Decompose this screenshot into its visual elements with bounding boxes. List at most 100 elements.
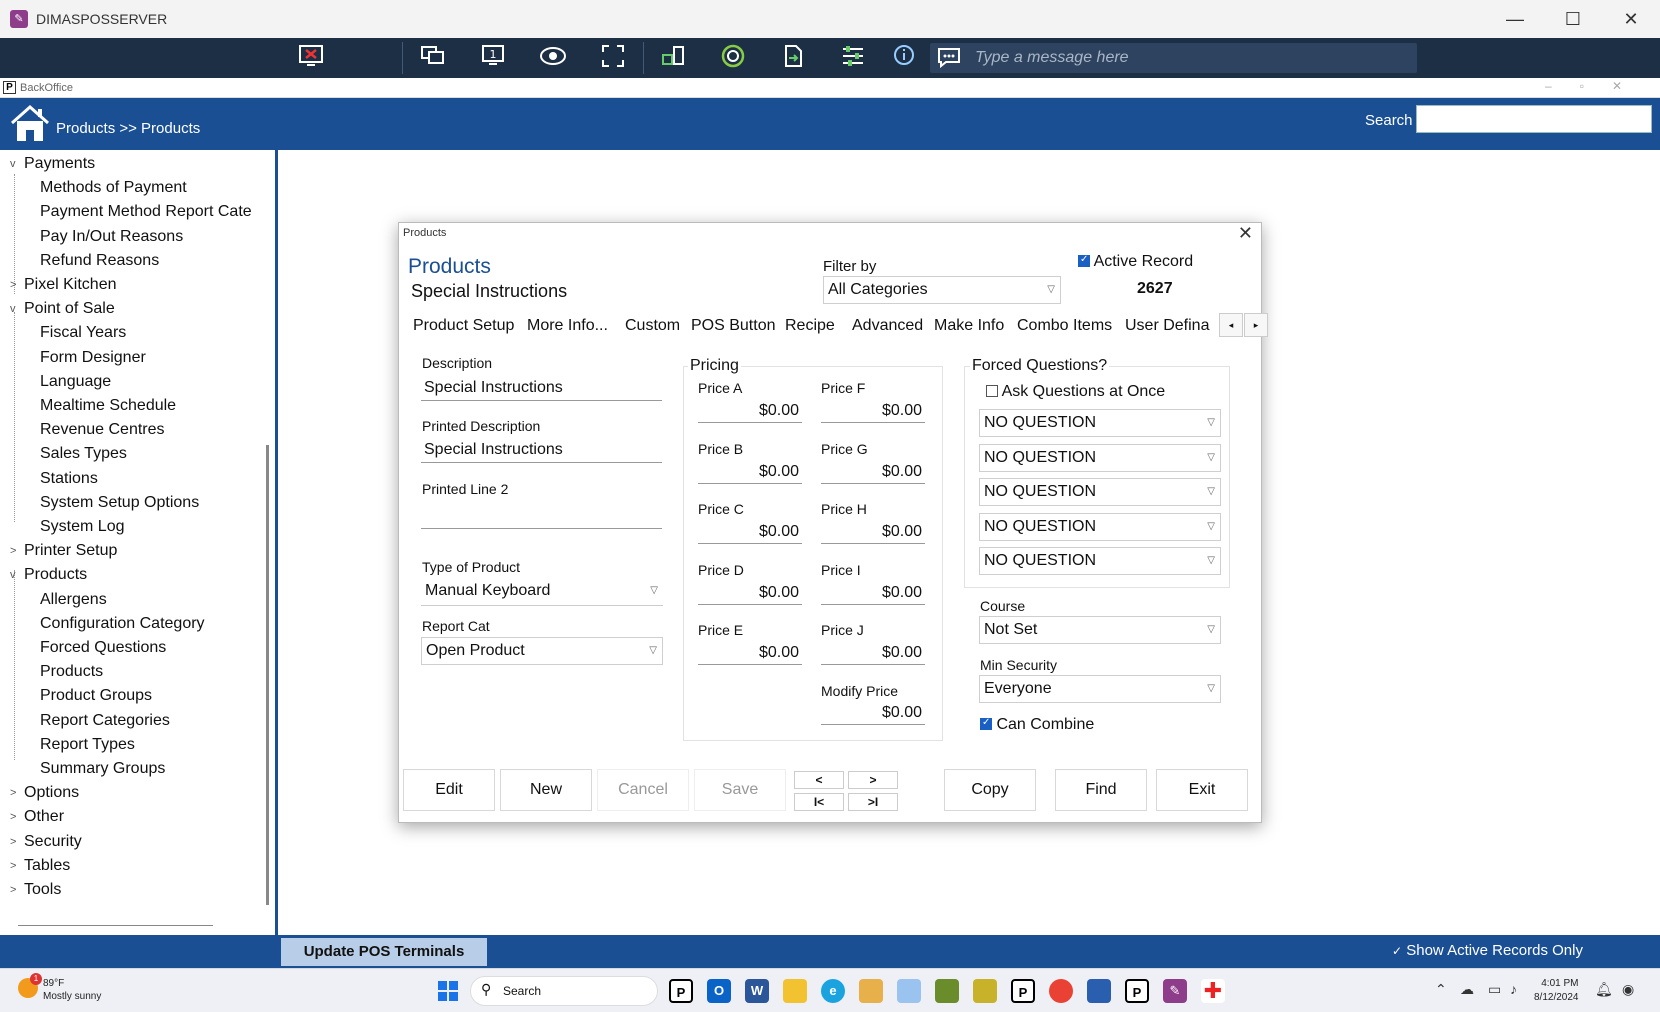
sidebar-item[interactable]: Payment Method Report Cate xyxy=(40,203,252,221)
report-cat-select[interactable]: Open Product ▽ xyxy=(421,637,663,665)
sidebar-item[interactable]: Language xyxy=(40,373,111,391)
sidebar-item[interactable]: Report Categories xyxy=(40,712,170,730)
active-record-checkbox[interactable]: Active Record xyxy=(1078,253,1193,271)
file-transfer-icon[interactable] xyxy=(778,43,808,73)
sidebar-item[interactable]: v Point of Sale xyxy=(10,300,115,318)
app-icon-7[interactable]: ✎ xyxy=(1163,979,1187,1003)
sidebar-item[interactable]: System Setup Options xyxy=(40,494,199,512)
outlook-icon[interactable]: O xyxy=(707,979,731,1003)
forced-question-select[interactable]: NO QUESTION ▽ xyxy=(979,443,1221,472)
sidebar-item[interactable]: > Printer Setup xyxy=(10,542,117,560)
sidebar-item[interactable]: Mealtime Schedule xyxy=(40,397,176,415)
tray-chevron-up-icon[interactable]: ⌃ xyxy=(1435,981,1447,998)
sidebar-item[interactable]: Stations xyxy=(40,470,98,488)
dialog-close-icon[interactable]: ✕ xyxy=(1238,223,1253,244)
close-icon[interactable]: ✕ xyxy=(1602,0,1660,38)
forced-question-select[interactable]: NO QUESTION ▽ xyxy=(979,409,1221,437)
expand-down-icon[interactable]: v xyxy=(10,158,16,170)
taskbar-search[interactable]: ⚲ Search xyxy=(470,976,658,1006)
forced-question-select[interactable]: NO QUESTION ▽ xyxy=(979,478,1221,507)
expand-down-icon[interactable]: v xyxy=(10,303,16,315)
price-field[interactable]: $0.00 xyxy=(821,641,925,665)
sidebar-item[interactable]: Configuration Category xyxy=(40,615,205,633)
tab-custom[interactable]: Custom xyxy=(625,317,680,335)
printed-description-field[interactable]: Special Instructions xyxy=(421,437,662,463)
price-field[interactable]: $0.00 xyxy=(821,399,925,423)
app-icon-2[interactable] xyxy=(859,979,883,1003)
expand-right-icon[interactable]: > xyxy=(10,860,16,872)
update-pos-terminals-button[interactable]: Update POS Terminals xyxy=(281,938,487,966)
last-record-button[interactable]: >I xyxy=(848,793,898,811)
sidebar-item[interactable]: Allergens xyxy=(40,591,107,609)
edit-button[interactable]: Edit xyxy=(403,769,495,811)
apps-icon[interactable] xyxy=(658,43,688,73)
find-button[interactable]: Find xyxy=(1055,769,1147,811)
app-icon-8[interactable]: ✚ xyxy=(1201,979,1225,1003)
tab-make-info[interactable]: Make Info xyxy=(934,317,1004,335)
info-icon[interactable] xyxy=(889,43,919,73)
course-select[interactable]: Not Set ▽ xyxy=(979,616,1221,644)
expand-right-icon[interactable]: > xyxy=(10,279,16,291)
eye-icon[interactable] xyxy=(538,43,568,73)
expand-right-icon[interactable]: > xyxy=(10,787,16,799)
tab-user-defined[interactable]: User Defina xyxy=(1125,317,1209,335)
chrome-icon[interactable] xyxy=(1049,979,1073,1003)
app-icon-6[interactable] xyxy=(1087,979,1111,1003)
tab-product-setup[interactable]: Product Setup xyxy=(413,317,514,335)
sidebar-item[interactable]: Methods of Payment xyxy=(40,179,187,197)
description-field[interactable]: Special Instructions xyxy=(421,375,662,401)
monitor-switch-icon[interactable] xyxy=(418,43,448,73)
sidebar-item[interactable]: Pay In/Out Reasons xyxy=(40,228,183,246)
sidebar-hscrollbar[interactable] xyxy=(18,925,213,926)
sidebar-item[interactable]: Products xyxy=(40,663,103,681)
message-input[interactable]: Type a message here xyxy=(930,43,1417,73)
expand-right-icon[interactable]: > xyxy=(10,545,16,557)
app-icon-5[interactable] xyxy=(973,979,997,1003)
app-icon-3[interactable] xyxy=(897,979,921,1003)
sidebar-scrollbar[interactable] xyxy=(266,445,269,905)
price-field[interactable]: $0.00 xyxy=(698,520,802,544)
notification-bell-icon[interactable]: 🔔︎ xyxy=(1595,981,1613,998)
word-icon[interactable]: W xyxy=(745,979,769,1003)
ask-at-once-checkbox[interactable]: Ask Questions at Once xyxy=(986,383,1165,401)
copilot-icon[interactable]: ◉ xyxy=(1622,981,1634,998)
pos-app-icon-2[interactable]: P xyxy=(1011,979,1035,1003)
expand-right-icon[interactable]: > xyxy=(10,811,16,823)
disconnect-icon[interactable] xyxy=(296,43,326,73)
type-of-product-select[interactable]: Manual Keyboard ▽ xyxy=(421,578,663,606)
search-input[interactable] xyxy=(1416,105,1652,133)
expand-down-icon[interactable]: v xyxy=(10,569,16,581)
forced-question-select[interactable]: NO QUESTION ▽ xyxy=(979,547,1221,576)
sidebar-item[interactable]: Product Groups xyxy=(40,687,152,705)
price-field[interactable]: $0.00 xyxy=(698,581,802,605)
sidebar-item[interactable]: Report Types xyxy=(40,736,135,754)
price-field[interactable]: $0.00 xyxy=(698,460,802,484)
price-field[interactable]: $0.00 xyxy=(821,581,925,605)
copy-button[interactable]: Copy xyxy=(944,769,1036,811)
sidebar-item[interactable]: System Log xyxy=(40,518,124,536)
sidebar-item[interactable]: > Security xyxy=(10,833,82,851)
pos-app-icon[interactable]: P xyxy=(669,979,693,1003)
record-icon[interactable] xyxy=(718,43,748,73)
sidebar-item[interactable]: Fiscal Years xyxy=(40,324,126,342)
home-icon[interactable] xyxy=(8,101,52,145)
sidebar-item[interactable]: Forced Questions xyxy=(40,639,166,657)
sidebar-item[interactable]: > Pixel Kitchen xyxy=(10,276,117,294)
exit-button[interactable]: Exit xyxy=(1156,769,1248,811)
cancel-button[interactable]: Cancel xyxy=(597,769,689,811)
filter-select[interactable]: All Categories ▽ xyxy=(823,276,1061,304)
tray-cloud-icon[interactable]: ☁ xyxy=(1460,981,1474,998)
printed-line2-field[interactable] xyxy=(421,503,662,529)
tab-scroll-left-icon[interactable]: ◂ xyxy=(1219,313,1243,337)
sidebar-item[interactable]: Revenue Centres xyxy=(40,421,165,439)
file-explorer-icon[interactable] xyxy=(783,979,807,1003)
sidebar-item[interactable]: Form Designer xyxy=(40,349,146,367)
sidebar-item[interactable]: > Tables xyxy=(10,857,70,875)
expand-right-icon[interactable]: > xyxy=(10,884,16,896)
min-security-select[interactable]: Everyone ▽ xyxy=(979,675,1221,703)
minimize-icon[interactable]: — xyxy=(1486,0,1544,38)
sidebar-item[interactable]: Summary Groups xyxy=(40,760,165,778)
tab-advanced[interactable]: Advanced xyxy=(852,317,923,335)
settings-sliders-icon[interactable] xyxy=(838,43,868,73)
edge-icon[interactable]: e xyxy=(821,979,845,1003)
